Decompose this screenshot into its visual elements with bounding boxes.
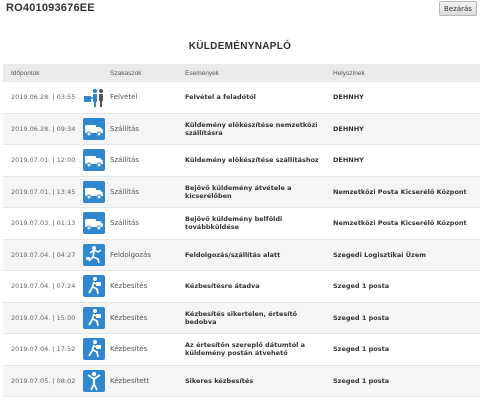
time-cell: 2019.06.28. | 09:34 xyxy=(3,117,110,140)
close-button[interactable]: Bezárás xyxy=(439,1,477,16)
time-cell: 2019.07.01. | 12:00 xyxy=(3,149,110,172)
table-row: 2019.07.01. | 12:00 Szállítás Küldemény el… xyxy=(3,145,480,177)
table-row: 2019.07.04. | 07:24 Kézbesítés Kézbesítésr… xyxy=(3,271,480,303)
row-place: Szeged 1 posta xyxy=(333,313,390,322)
row-event: Az értesítőn szereplő dátumtól a küldemé… xyxy=(185,341,306,358)
truck-icon xyxy=(83,212,105,235)
row-time: 2019.07.04. | 04:27 xyxy=(11,250,76,259)
row-stage: Feldolgozás xyxy=(110,250,151,259)
row-time: 2019.06.28. | 09:34 xyxy=(11,124,76,133)
row-time: 2019.07.04. | 15:00 xyxy=(11,313,76,322)
row-place: Szegedi Logisztikai Üzem xyxy=(333,250,426,259)
time-cell: 2019.07.04. | 04:27 xyxy=(3,243,110,266)
row-place: DEHNHY xyxy=(333,93,364,102)
time-cell: 2019.07.04. | 07:24 xyxy=(3,275,110,298)
row-place: DEHNHY xyxy=(333,156,364,165)
row-time: 2019.06.28. | 03:55 xyxy=(11,93,76,102)
time-cell: 2019.07.04. | 17:52 xyxy=(3,338,110,361)
row-event: Felvétel a feladótól xyxy=(185,93,256,102)
row-place: Nemzetközi Posta Kicserélő Központ xyxy=(333,187,467,196)
page-title: KÜLDEMÉNYNAPLÓ xyxy=(188,41,292,52)
time-cell: 2019.06.28. | 03:55 xyxy=(3,86,110,108)
row-stage: Kézbesítés xyxy=(110,282,148,291)
row-event: Feldolgozás/szállítás alatt xyxy=(185,250,281,259)
row-stage: Felvétel xyxy=(110,93,138,102)
table-row: 2019.06.28. | 09:34 Szállítás Küldemény el… xyxy=(3,113,480,145)
column-header-time: Időpontok xyxy=(11,69,40,77)
row-time: 2019.07.04. | 17:52 xyxy=(11,345,76,354)
truck-icon xyxy=(83,180,105,203)
row-stage: Kézbesített xyxy=(110,376,150,385)
courier-icon xyxy=(83,275,105,298)
row-time: 2019.07.01. | 12:00 xyxy=(11,156,76,165)
row-event: Bejövő küldemény átvétele a kicserélőben xyxy=(185,183,292,200)
top-bar: RO401093676EE Bezárás xyxy=(0,0,480,20)
table-row: 2019.07.04. | 17:52 Kézbesítés Az értesítő… xyxy=(3,334,480,366)
time-cell: 2019.07.01. | 13:45 xyxy=(3,180,110,203)
column-header-stage: Szakaszok xyxy=(110,69,142,77)
table-row: 2019.07.04. | 04:27 Feldolgozás Feldolgozá… xyxy=(3,239,480,271)
table-row: 2019.07.05. | 08:02 Kézbesített Sikeres ké… xyxy=(3,365,480,397)
time-cell: 2019.07.04. | 15:00 xyxy=(3,306,110,329)
row-event: Bejövő küldemény belföldi továbbküldése xyxy=(185,215,283,232)
column-header-event: Események xyxy=(185,69,219,77)
time-cell: 2019.07.05. | 08:02 xyxy=(3,369,110,392)
row-stage: Szállítás xyxy=(110,219,139,228)
time-cell: 2019.07.03. | 01:13 xyxy=(3,212,110,235)
table-row: 2019.07.03. | 01:13 Szállítás Bejövő külde… xyxy=(3,208,480,240)
row-time: 2019.07.04. | 07:24 xyxy=(11,282,76,291)
tracking-table: Időpontok Szakaszok Események Helyszínek… xyxy=(3,64,480,397)
row-event: Kézbesítésre átadva xyxy=(185,282,260,291)
row-stage: Szállítás xyxy=(110,156,139,165)
courier-icon xyxy=(83,306,105,329)
row-time: 2019.07.03. | 01:13 xyxy=(11,219,76,228)
truck-icon xyxy=(83,117,105,140)
row-time: 2019.07.05. | 08:02 xyxy=(11,376,76,385)
table-row: 2019.07.01. | 13:45 Szállítás Bejövő külde… xyxy=(3,176,480,208)
row-place: Szeged 1 posta xyxy=(333,376,390,385)
row-event: Sikeres kézbesítés xyxy=(185,376,254,385)
row-stage: Szállítás xyxy=(110,187,139,196)
courier-icon xyxy=(83,338,105,361)
row-event: Küldemény előkészítése szállításhoz xyxy=(185,156,319,165)
row-event: Kézbesítés sikertelen, értesítő bedobva xyxy=(185,309,298,326)
table-row: 2019.06.28. | 03:55 Felvétel Felvétel a fe… xyxy=(3,82,480,114)
row-place: Nemzetközi Posta Kicserélő Központ xyxy=(333,219,467,228)
truck-icon xyxy=(83,149,105,172)
column-header-place: Helyszínek xyxy=(333,69,365,77)
table-header: Időpontok Szakaszok Események Helyszínek xyxy=(3,64,480,82)
delivered-icon xyxy=(83,369,105,392)
row-stage: Kézbesítés xyxy=(110,345,148,354)
row-place: Szeged 1 posta xyxy=(333,282,390,291)
row-stage: Kézbesítés xyxy=(110,313,148,322)
table-body: 2019.06.28. | 03:55 Felvétel Felvétel a fe… xyxy=(3,82,480,397)
table-row: 2019.07.04. | 15:00 Kézbesítés Kézbesítés … xyxy=(3,302,480,334)
sorting-icon xyxy=(83,243,105,266)
row-time: 2019.07.01. | 13:45 xyxy=(11,187,76,196)
handover-icon xyxy=(83,86,105,108)
row-place: DEHNHY xyxy=(333,124,364,133)
row-stage: Szállítás xyxy=(110,124,139,133)
tracking-id: RO401093676EE xyxy=(6,2,95,14)
row-event: Küldemény előkészítése nemzetközi szállí… xyxy=(185,120,318,137)
row-place: Szeged 1 posta xyxy=(333,345,390,354)
